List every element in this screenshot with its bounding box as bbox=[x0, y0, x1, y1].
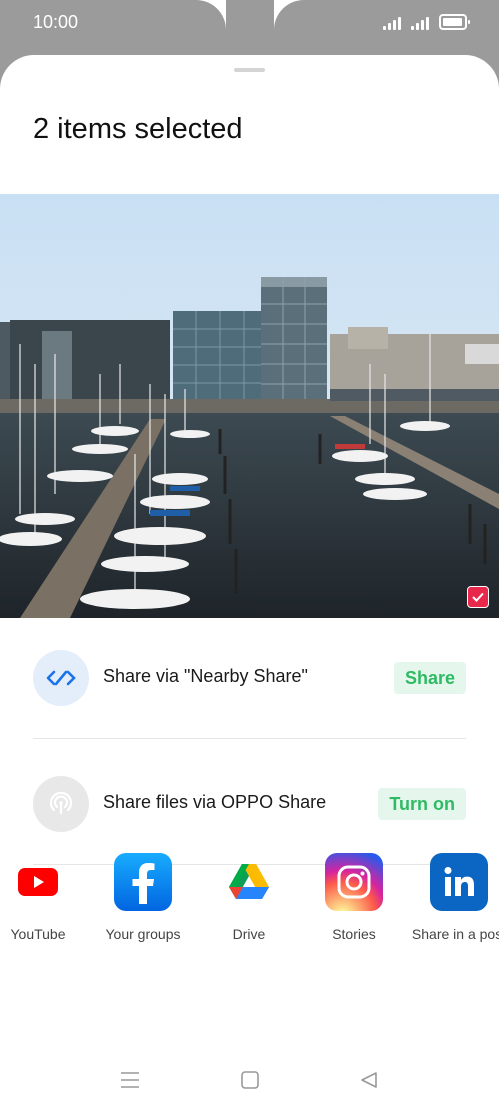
app-facebook-groups[interactable]: Your groups bbox=[93, 853, 193, 945]
sheet-drag-handle[interactable] bbox=[234, 68, 265, 72]
sheet-title: 2 items selected bbox=[33, 113, 243, 145]
facebook-icon bbox=[114, 853, 172, 911]
selected-check-icon[interactable] bbox=[467, 586, 489, 608]
nearby-share-icon bbox=[33, 650, 89, 706]
app-instagram-stories[interactable]: Stories bbox=[304, 853, 404, 945]
app-label: YouTube bbox=[10, 926, 66, 942]
marina-photo bbox=[0, 194, 499, 618]
app-youtube[interactable]: YouTube bbox=[0, 853, 88, 945]
status-icons bbox=[383, 14, 470, 30]
signal-icon bbox=[411, 16, 429, 30]
share-sheet: 2 items selected Share via "Nearby Share… bbox=[0, 55, 499, 1110]
signal-icon bbox=[383, 16, 401, 30]
app-drive[interactable]: Drive bbox=[199, 853, 299, 945]
menu-icon[interactable] bbox=[118, 1068, 142, 1092]
linkedin-icon bbox=[430, 853, 488, 911]
oppo-share-row[interactable]: Share files via OPPO Share Turn on bbox=[33, 774, 466, 834]
app-linkedin-post[interactable]: Share in a post bbox=[409, 853, 499, 945]
youtube-icon bbox=[9, 853, 67, 911]
status-time: 10:00 bbox=[33, 12, 79, 32]
battery-icon bbox=[439, 14, 470, 30]
nearby-share-label: Share via "Nearby Share" bbox=[103, 666, 308, 686]
navigation-bar bbox=[0, 1060, 499, 1100]
nearby-share-button[interactable]: Share bbox=[393, 662, 466, 694]
app-label: Share in a post bbox=[411, 926, 499, 942]
back-icon[interactable] bbox=[357, 1068, 381, 1092]
app-label: Your groups bbox=[105, 926, 181, 942]
oppo-share-label: Share files via OPPO Share bbox=[103, 792, 327, 812]
nearby-share-row[interactable]: Share via "Nearby Share" Share bbox=[33, 648, 466, 708]
oppo-share-turn-on-button[interactable]: Turn on bbox=[378, 788, 466, 820]
app-label: Stories bbox=[332, 926, 376, 942]
app-label: Drive bbox=[232, 926, 266, 942]
instagram-icon bbox=[325, 853, 383, 911]
home-icon[interactable] bbox=[238, 1068, 262, 1092]
divider bbox=[33, 738, 466, 739]
status-bar: 10:00 bbox=[0, 0, 499, 50]
oppo-share-icon bbox=[33, 776, 89, 832]
google-drive-icon bbox=[220, 853, 278, 911]
selected-photo[interactable] bbox=[0, 194, 499, 618]
